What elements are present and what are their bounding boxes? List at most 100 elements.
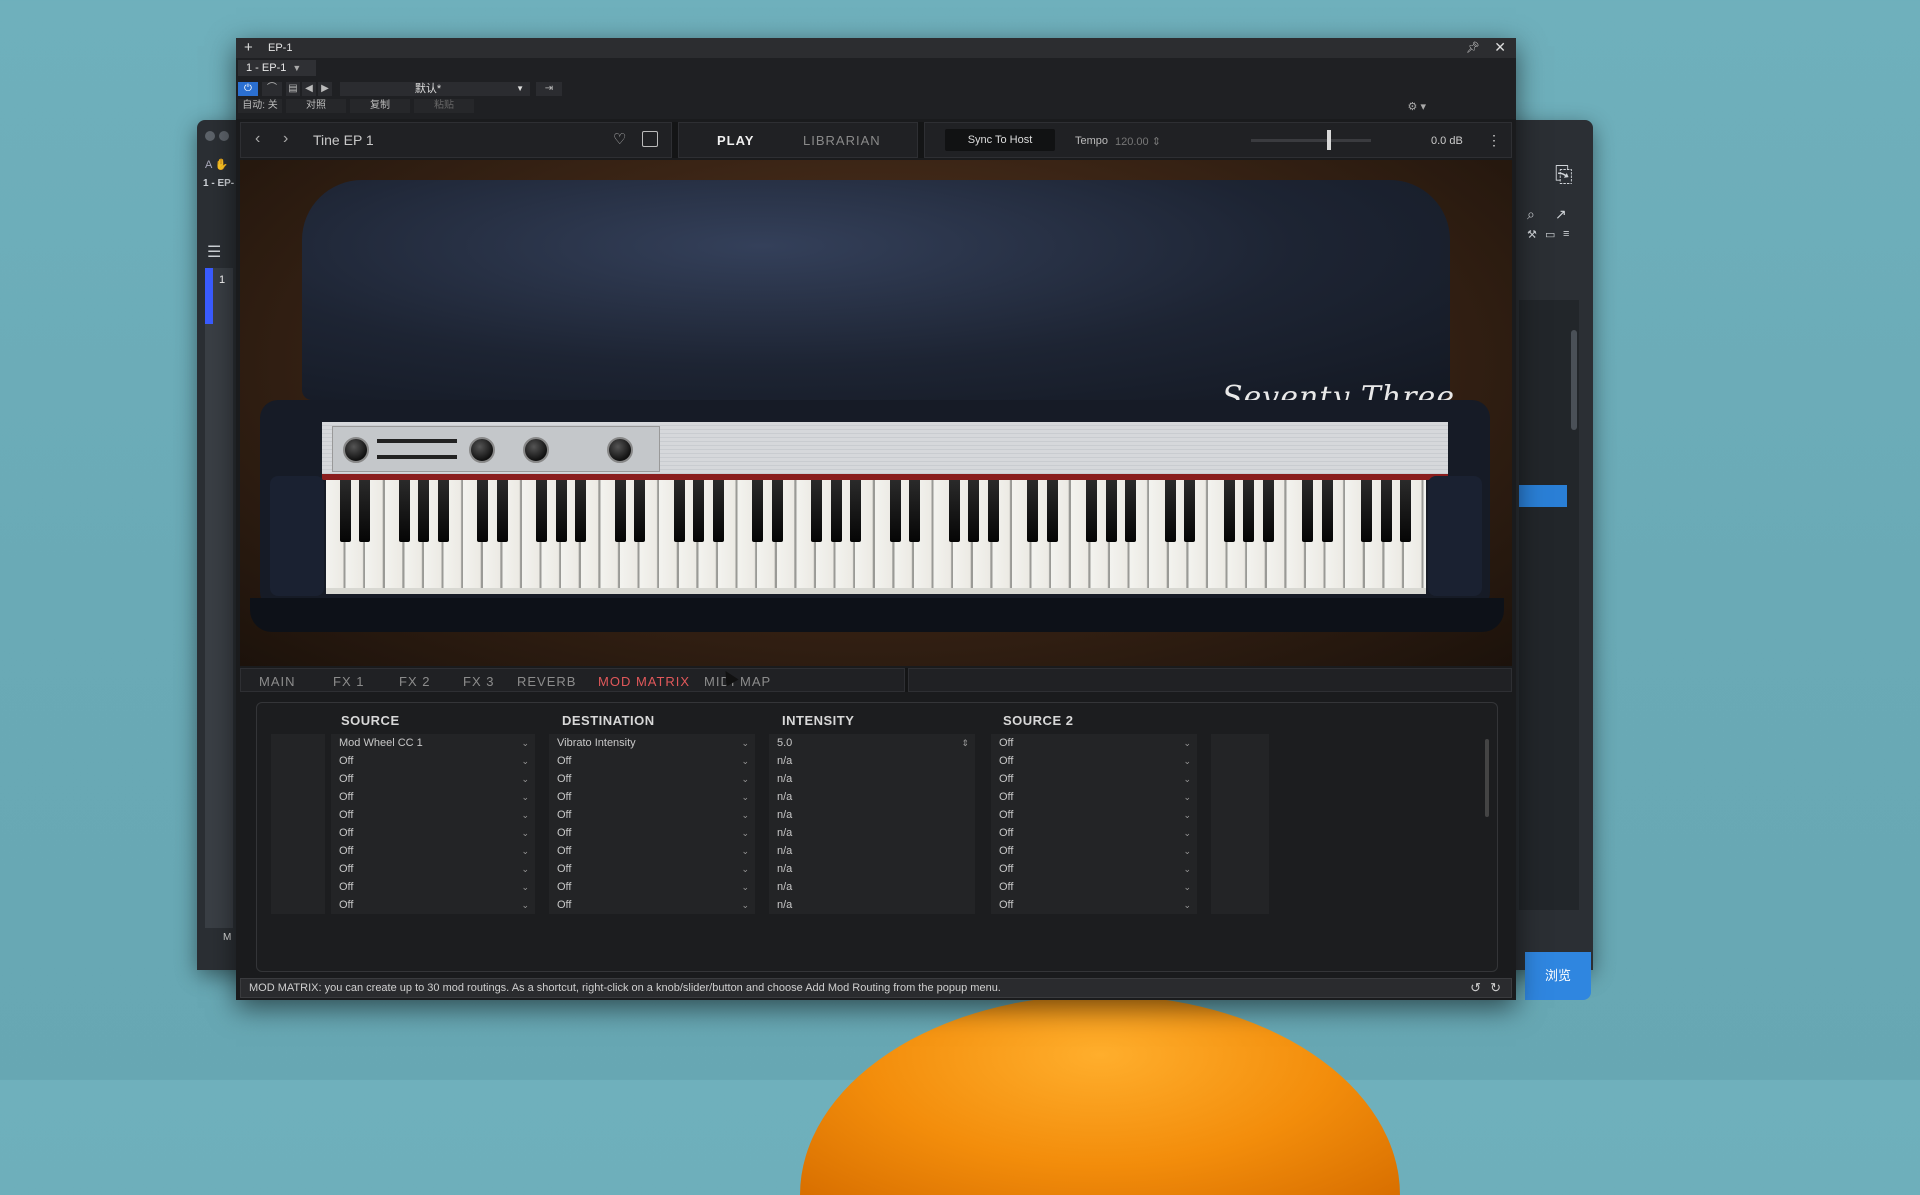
black-key[interactable] [437,480,449,542]
black-key[interactable] [811,480,823,542]
tab-fx1[interactable]: FX 1 [333,674,364,689]
source-dropdown[interactable]: Off ⌄ [331,806,535,824]
destination-dropdown[interactable]: Off ⌄ [549,896,755,914]
redo-icon[interactable]: ↻ [1490,980,1501,996]
automation-icon[interactable]: ⌒ [262,82,282,96]
black-key[interactable] [1027,480,1039,542]
volume-slider[interactable] [1251,139,1371,142]
black-key[interactable] [1105,480,1117,542]
intensity-field[interactable]: n/a [769,878,975,896]
copy-button[interactable]: 复制 [350,99,410,113]
auto-off-button[interactable]: 自动: 关 [238,99,282,113]
black-key[interactable] [752,480,764,542]
compare-button[interactable]: 对照 [286,99,346,113]
black-key[interactable] [1125,480,1137,542]
black-key[interactable] [1164,480,1176,542]
black-key[interactable] [889,480,901,542]
destination-dropdown[interactable]: Off ⌄ [549,860,755,878]
black-key[interactable] [1262,480,1274,542]
tab-play[interactable]: PLAY [717,133,754,148]
sync-to-host-button[interactable]: Sync To Host [945,129,1055,151]
destination-dropdown[interactable]: Off ⌄ [549,806,755,824]
tab-fx3[interactable]: FX 3 [463,674,494,689]
tab-fx2[interactable]: FX 2 [399,674,430,689]
next-arrow-icon[interactable]: › [283,130,288,148]
intensity-field[interactable]: n/a [769,860,975,878]
black-key[interactable] [339,480,351,542]
black-key[interactable] [359,480,371,542]
source-dropdown[interactable]: Off ⌄ [331,788,535,806]
gear-icon[interactable]: ⚙ ▾ [1408,100,1426,113]
black-key[interactable] [693,480,705,542]
next-preset-icon[interactable]: ▶ [318,82,332,96]
source2-dropdown[interactable]: Off ⌄ [991,806,1197,824]
mute-label[interactable]: M [223,932,231,943]
close-icon[interactable]: ✕ [1494,39,1506,56]
source-dropdown[interactable]: Off ⌄ [331,752,535,770]
hand-tool-icon[interactable]: A ✋ [205,158,228,171]
vibrato-speed-knob[interactable] [523,437,549,463]
list-icon[interactable]: ≡ [1563,228,1569,240]
preset-select[interactable]: 默认* ▼ [340,82,530,96]
source2-dropdown[interactable]: Off ⌄ [991,788,1197,806]
intensity-field[interactable]: n/a [769,770,975,788]
undo-icon[interactable]: ↺ [1470,980,1481,996]
source-dropdown[interactable]: Off ⌄ [331,896,535,914]
eq-slider-1[interactable] [377,439,457,443]
add-icon[interactable]: + [244,39,253,56]
source2-dropdown[interactable]: Off ⌄ [991,878,1197,896]
volume-slider-handle[interactable] [1327,130,1331,150]
search-icon[interactable]: ⌕ [1527,206,1535,223]
vibrato-intensity-knob[interactable] [469,437,495,463]
browse-button[interactable]: 浏览 [1525,952,1591,1000]
tab-mod-matrix[interactable]: MOD MATRIX [598,674,690,689]
intensity-field[interactable]: n/a [769,896,975,914]
source2-dropdown[interactable]: Off ⌄ [991,842,1197,860]
window-icon[interactable]: ▭ [1545,228,1555,241]
tab-midi-map[interactable]: MIDI MAP [704,674,771,689]
black-key[interactable] [634,480,646,542]
black-key[interactable] [673,480,685,542]
tempo-field[interactable]: 120.00 ⇕ [1115,135,1161,148]
expand-icon[interactable]: ↗ [1555,206,1567,223]
source2-dropdown[interactable]: Off ⌄ [991,752,1197,770]
source2-dropdown[interactable]: Off ⌄ [991,896,1197,914]
destination-dropdown[interactable]: Off ⌄ [549,788,755,806]
black-key[interactable] [1243,480,1255,542]
instrument-select[interactable]: 1 - EP-1 ▼ [238,60,316,76]
intensity-field[interactable]: n/a [769,824,975,842]
black-key[interactable] [1086,480,1098,542]
intensity-field[interactable]: n/a [769,806,975,824]
track-lane[interactable]: 1 [205,268,233,928]
window-controls[interactable] [205,128,233,146]
more-menu-icon[interactable]: ⋮ [1487,132,1501,149]
destination-dropdown[interactable]: Off ⌄ [549,842,755,860]
source2-dropdown[interactable]: Off ⌄ [991,824,1197,842]
wrench-icon[interactable]: ⚒ [1527,228,1537,241]
source-dropdown[interactable]: Off ⌄ [331,878,535,896]
paste-button[interactable]: 粘贴 [414,99,474,113]
destination-dropdown[interactable]: Off ⌄ [549,824,755,842]
black-key[interactable] [1321,480,1333,542]
intensity-field[interactable]: 5.0 ⇕ [769,734,975,752]
destination-dropdown[interactable]: Off ⌄ [549,878,755,896]
black-key[interactable] [830,480,842,542]
black-key[interactable] [555,480,567,542]
browser-scrollbar[interactable] [1571,330,1577,430]
black-key[interactable] [496,480,508,542]
black-key[interactable] [398,480,410,542]
black-key[interactable] [987,480,999,542]
black-key[interactable] [909,480,921,542]
black-key[interactable] [1184,480,1196,542]
document-icon[interactable]: ▤ [286,82,300,96]
destination-dropdown[interactable]: Off ⌄ [549,770,755,788]
source2-dropdown[interactable]: Off ⌄ [991,734,1197,752]
black-key[interactable] [477,480,489,542]
prev-arrow-icon[interactable]: ‹ [255,130,260,148]
source-dropdown[interactable]: Off ⌄ [331,770,535,788]
intensity-field[interactable]: n/a [769,842,975,860]
black-key[interactable] [1046,480,1058,542]
volume-knob[interactable] [343,437,369,463]
black-key[interactable] [1302,480,1314,542]
browser-list[interactable] [1519,300,1579,910]
